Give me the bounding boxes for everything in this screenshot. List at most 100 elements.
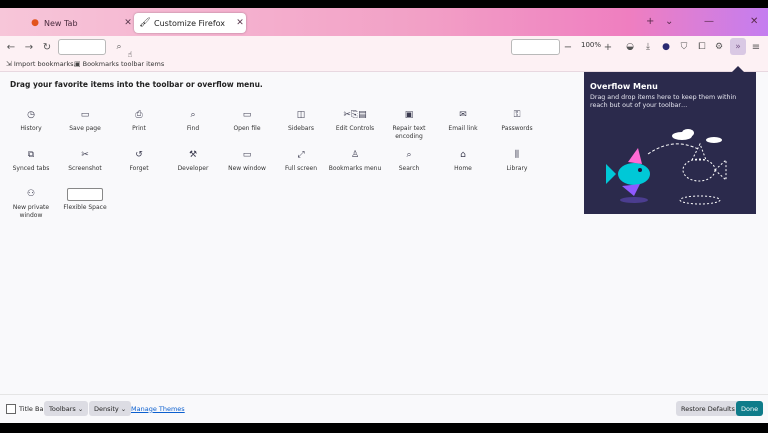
- tab-customize-firefox[interactable]: 🖌 Customize Firefox ✕: [134, 13, 246, 33]
- close-icon[interactable]: ✕: [122, 18, 134, 28]
- palette-item-key[interactable]: ⚿ Passwords: [490, 109, 544, 133]
- palette-item-label: Flexible Space: [63, 204, 107, 211]
- overflow-chevron-icon[interactable]: »: [730, 38, 746, 55]
- palette-item-folder-open[interactable]: ▭ Open file: [220, 109, 274, 133]
- firefox-logo-icon: ●: [31, 18, 39, 28]
- shield-icon[interactable]: ⛉: [678, 40, 690, 54]
- palette-item-label: Email link: [448, 125, 478, 132]
- palette-item-label: Library: [506, 165, 528, 172]
- customize-footer: Title Bar Toolbars ⌄ Density ⌄ Manage Th…: [0, 394, 768, 423]
- search-icon[interactable]: ⌕: [113, 40, 125, 54]
- screenshot-icon: ✂: [81, 150, 89, 160]
- title-bar-label: Title Bar: [19, 404, 47, 413]
- import-icon: ⇲: [6, 60, 12, 68]
- title-bar-toggle[interactable]: Title Bar: [6, 401, 46, 416]
- density-label: Density: [94, 404, 119, 413]
- edit-controls-icon: ✂⎘▤: [343, 110, 367, 120]
- palette-item-label: Screenshot: [68, 165, 102, 172]
- wrench-icon: ⚒: [188, 150, 198, 160]
- search-icon: ⌕: [406, 150, 412, 160]
- bookmarks-toolbar: ⇲ Import bookmarks... ▣ Bookmarks toolba…: [0, 58, 768, 72]
- palette-item-label: Home: [454, 165, 472, 172]
- search-bar-placeholder[interactable]: [511, 39, 560, 55]
- printer-icon: ⎙: [135, 110, 143, 120]
- overflow-menu-panel[interactable]: Overflow Menu Drag and drop items here t…: [584, 66, 756, 214]
- palette-item-label: Developer: [177, 165, 209, 172]
- palette-item-label: Forget: [129, 165, 149, 172]
- palette-item-window[interactable]: ▭ New window: [220, 149, 274, 173]
- zoom-level[interactable]: 100%: [581, 41, 601, 49]
- palette-item-library[interactable]: ⫼ Library: [490, 149, 544, 173]
- palette-item-synced-tabs[interactable]: ⧉ Synced tabs: [4, 149, 58, 173]
- palette-item-magnifier[interactable]: ⌕ Find: [166, 109, 220, 133]
- fullscreen-icon: ⤢: [297, 150, 305, 160]
- close-icon[interactable]: ✕: [234, 18, 246, 28]
- restore-defaults-button[interactable]: Restore Defaults: [676, 401, 740, 416]
- palette-item-label: Search: [398, 165, 420, 172]
- account-icon[interactable]: ●: [660, 40, 672, 54]
- zoom-in-icon[interactable]: +: [603, 40, 613, 54]
- bookmarks-toolbar-items[interactable]: ▣ Bookmarks toolbar items: [74, 60, 164, 68]
- tab-new-tab[interactable]: ● New Tab ✕: [24, 13, 134, 33]
- private-mask-icon: ⚇: [26, 189, 36, 199]
- synced-tabs-icon: ⧉: [27, 150, 35, 160]
- palette-item-clock[interactable]: ◷ History: [4, 109, 58, 133]
- tab-title: New Tab: [44, 18, 78, 28]
- density-button[interactable]: Density ⌄: [89, 401, 132, 416]
- done-button[interactable]: Done: [736, 401, 764, 416]
- navigation-toolbar: ← → ↻ ⌕ ☝ − 100% + ◒ ⤓ ● ⛉ ⧠ ⚙ » ≡: [0, 36, 768, 59]
- manage-themes-link[interactable]: Manage Themes: [131, 401, 185, 416]
- home-icon: ⌂: [460, 150, 466, 160]
- tab-strip: ● New Tab ✕ 🖌 Customize Firefox ✕ + ⌄ — …: [0, 8, 768, 36]
- toolbars-button[interactable]: Toolbars ⌄: [44, 401, 89, 416]
- palette-item-label: Sidebars: [287, 125, 315, 132]
- chevron-down-icon: ⌄: [75, 404, 84, 413]
- palette-item-forget[interactable]: ↺ Forget: [112, 149, 166, 173]
- palette-item-bookmarks-menu[interactable]: ♙ Bookmarks menu: [328, 149, 382, 173]
- folder-open-icon: ▭: [242, 110, 252, 120]
- hamburger-menu-icon[interactable]: ≡: [750, 40, 762, 54]
- close-window-icon[interactable]: ✕: [750, 16, 758, 27]
- palette-item-label: New window: [228, 165, 266, 172]
- gear-icon[interactable]: ⚙: [713, 40, 725, 54]
- palette-item-encoding[interactable]: ▣ Repair text encoding: [382, 109, 436, 141]
- palette-item-label: Passwords: [501, 125, 533, 132]
- palette-item-label: Bookmarks menu: [328, 165, 382, 172]
- pocket-icon[interactable]: ◒: [624, 40, 636, 54]
- palette-item-label: Open file: [233, 125, 261, 132]
- palette-item-fullscreen[interactable]: ⤢ Full screen: [274, 149, 328, 173]
- bookmark-label: Import bookmarks...: [13, 60, 80, 68]
- customize-brush-icon: 🖌: [139, 18, 151, 28]
- palette-item-sidebar[interactable]: ◫ Sidebars: [274, 109, 328, 133]
- palette-item-folder[interactable]: ▭ Save page: [58, 109, 112, 133]
- folder-icon: ▭: [80, 110, 90, 120]
- palette-item-edit-controls[interactable]: ✂⎘▤ Edit Controls: [328, 109, 382, 133]
- key-icon: ⚿: [513, 110, 521, 120]
- palette-item-mail[interactable]: ✉ Email link: [436, 109, 490, 133]
- palette-item-flexible-space[interactable]: Flexible Space: [58, 188, 112, 212]
- palette-item-screenshot[interactable]: ✂ Screenshot: [58, 149, 112, 173]
- forward-arrow-icon[interactable]: →: [23, 40, 35, 54]
- bookmarks-menu-icon: ♙: [350, 150, 360, 160]
- chevron-down-icon[interactable]: ⌄: [665, 16, 673, 27]
- new-tab-plus-icon[interactable]: +: [646, 16, 654, 27]
- minimize-icon[interactable]: —: [704, 16, 714, 27]
- bookmark-import[interactable]: ⇲ Import bookmarks...: [6, 60, 80, 68]
- overflow-title: Overflow Menu: [590, 82, 658, 91]
- chevron-down-icon: ⌄: [118, 404, 127, 413]
- zoom-out-icon[interactable]: −: [563, 40, 573, 54]
- url-bar-placeholder[interactable]: [58, 39, 106, 55]
- downloads-icon[interactable]: ⤓: [642, 40, 654, 54]
- palette-item-private-mask[interactable]: ⚇ New private window: [4, 188, 58, 220]
- firefox-window: ● New Tab ✕ 🖌 Customize Firefox ✕ + ⌄ — …: [0, 8, 768, 423]
- bookmark-label: Bookmarks toolbar items: [82, 60, 165, 68]
- back-arrow-icon[interactable]: ←: [5, 40, 17, 54]
- palette-item-printer[interactable]: ⎙ Print: [112, 109, 166, 133]
- palette-item-wrench[interactable]: ⚒ Developer: [166, 149, 220, 173]
- reload-icon[interactable]: ↻: [41, 40, 53, 54]
- checkbox[interactable]: [6, 403, 16, 414]
- flexible-space-icon: [58, 188, 112, 201]
- extensions-icon[interactable]: ⧠: [696, 40, 708, 54]
- palette-item-search[interactable]: ⌕ Search: [382, 149, 436, 173]
- palette-item-home[interactable]: ⌂ Home: [436, 149, 490, 173]
